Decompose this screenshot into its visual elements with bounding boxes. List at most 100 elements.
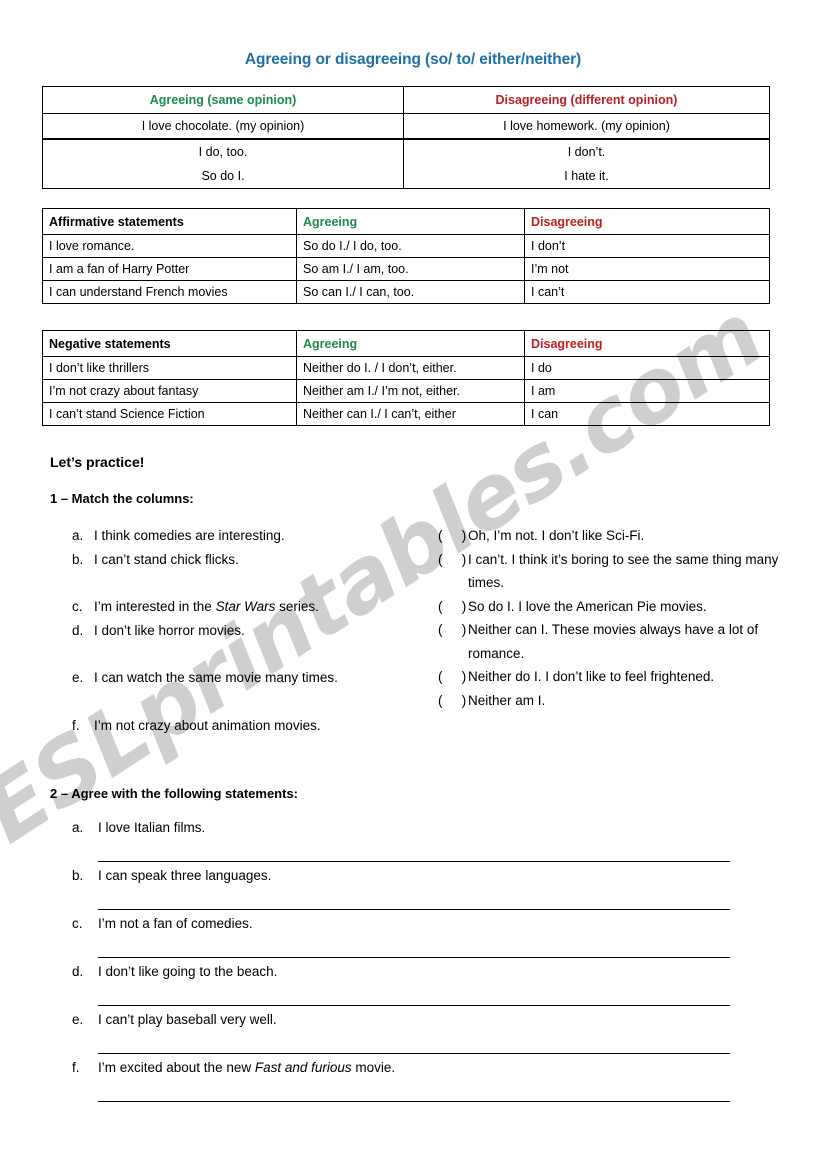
item-label: b.: [72, 551, 84, 567]
match-blank[interactable]: ( ): [438, 595, 468, 619]
table2-cell: I love romance.: [42, 234, 297, 258]
match-blank[interactable]: ( ): [438, 524, 468, 548]
table-row: I am a fan of Harry Potter So am I./ I a…: [42, 257, 770, 281]
item-row: f. I’m excited about the new Fast and fu…: [72, 1058, 772, 1082]
list-item: ( ) So do I. I love the American Pie mov…: [438, 595, 788, 619]
table2-header-disagreeing: Disagreeing: [524, 208, 770, 235]
exercise2-title: 2 – Agree with the following statements:: [50, 786, 298, 801]
match-blank[interactable]: ( ): [438, 689, 468, 713]
list-item: ( ) Oh, I’m not. I don’t like Sci-Fi.: [438, 524, 788, 548]
table3-cell: I can’t stand Science Fiction: [42, 402, 297, 426]
match-blank[interactable]: ( ): [438, 548, 468, 572]
list-item: a. I love Italian films.: [72, 818, 772, 866]
item-text: I can watch the same movie many times.: [94, 670, 338, 685]
table1-cell: I love chocolate. (my opinion): [42, 113, 404, 140]
item-text-before: I’m interested in the: [94, 599, 216, 614]
item-text: I’m not a fan of comedies.: [98, 916, 253, 931]
table3-cell: I’m not crazy about fantasy: [42, 379, 297, 403]
worksheet-page: ESLprintables.com Agreeing or disagreein…: [0, 0, 826, 1169]
answer-line[interactable]: [98, 909, 730, 910]
table-row: I’m not crazy about fantasy Neither am I…: [42, 379, 770, 403]
exercise1-title: 1 – Match the columns:: [50, 491, 194, 506]
table-row: I don’t like thrillers Neither do I. / I…: [42, 356, 770, 380]
table3-cell: I do: [524, 356, 770, 380]
practice-heading: Let’s practice!: [50, 454, 145, 470]
exercise1-left-column: a. I think comedies are interesting. b. …: [72, 524, 452, 737]
table3-cell: I don’t like thrillers: [42, 356, 297, 380]
list-item: ( ) Neither am I.: [438, 689, 788, 713]
table-opinion-examples: Agreeing (same opinion) Disagreeing (dif…: [42, 86, 770, 189]
list-item: b. I can’t stand chick flicks.: [72, 548, 452, 572]
table1-header-agreeing: Agreeing (same opinion): [42, 86, 404, 114]
table2-cell: I can understand French movies: [42, 280, 297, 304]
table3-header-agreeing: Agreeing: [296, 330, 525, 357]
list-item: ( ) I can’t. I think it’s boring to see …: [438, 548, 788, 595]
item-row: c. I’m not a fan of comedies.: [72, 914, 772, 938]
item-label: a.: [72, 528, 84, 543]
table3-header-statements: Negative statements: [42, 330, 297, 357]
item-label: e.: [72, 670, 84, 685]
item-row: a. I love Italian films.: [72, 818, 772, 842]
answer-line[interactable]: [98, 1005, 730, 1006]
exercise2-list: a. I love Italian films. b. I can speak …: [72, 818, 772, 1106]
item-text: So do I. I love the American Pie movies.: [468, 598, 707, 614]
item-text-before: I’m excited about the new: [98, 1060, 255, 1075]
item-row: e. I can’t play baseball very well.: [72, 1010, 772, 1034]
list-item: f. I’m excited about the new Fast and fu…: [72, 1058, 772, 1106]
table-row: I do, too. I don’t.: [42, 138, 770, 164]
item-label: f.: [72, 717, 80, 733]
movie-title-italic: Fast and furious: [254, 1060, 352, 1075]
item-label: c.: [72, 599, 83, 614]
item-text-after: series.: [275, 599, 319, 614]
answer-line[interactable]: [98, 861, 730, 862]
table1-header-disagreeing: Disagreeing (different opinion): [403, 86, 770, 114]
item-row: b. I can speak three languages.: [72, 866, 772, 890]
item-text: I’m excited about the new Fast and furio…: [98, 1058, 395, 1078]
match-blank[interactable]: ( ): [438, 618, 468, 642]
item-label: e.: [72, 1012, 84, 1027]
table2-cell: So do I./ I do, too.: [296, 234, 525, 258]
table2-header-statements: Affirmative statements: [42, 208, 297, 235]
item-label: d.: [72, 622, 84, 638]
table-row: I love romance. So do I./ I do, too. I d…: [42, 234, 770, 258]
table2-cell: I don’t: [524, 234, 770, 258]
table1-cell: I hate it.: [403, 164, 770, 189]
table2-header-agreeing: Agreeing: [296, 208, 525, 235]
page-title: Agreeing or disagreeing (so/ to/ either/…: [244, 51, 582, 68]
answer-line[interactable]: [98, 1101, 730, 1102]
item-row: d. I don’t like going to the beach.: [72, 962, 772, 986]
table1-cell: I don’t.: [403, 138, 770, 164]
match-blank[interactable]: ( ): [438, 665, 468, 689]
table2-cell: So can I./ I can, too.: [296, 280, 525, 304]
table2-cell: I am a fan of Harry Potter: [42, 257, 297, 281]
table3-cell: Neither am I./ I’m not, either.: [296, 379, 525, 403]
answer-line[interactable]: [98, 1053, 730, 1054]
table-row: Negative statements Agreeing Disagreeing: [42, 330, 770, 357]
table-negative-statements: Negative statements Agreeing Disagreeing…: [42, 330, 770, 426]
table1-cell: I love homework. (my opinion): [403, 113, 770, 140]
list-item: ( ) Neither do I. I don’t like to feel f…: [438, 665, 788, 689]
list-item: c. I’m not a fan of comedies.: [72, 914, 772, 962]
list-item: d. I don’t like horror movies.: [72, 619, 452, 643]
table-row: I love chocolate. (my opinion) I love ho…: [42, 113, 770, 140]
answer-line[interactable]: [98, 957, 730, 958]
list-item: f. I’m not crazy about animation movies.: [72, 714, 452, 738]
table-row: I can’t stand Science Fiction Neither ca…: [42, 402, 770, 426]
table3-header-disagreeing: Disagreeing: [524, 330, 770, 357]
list-item: e. I can watch the same movie many times…: [72, 666, 452, 690]
item-text: I can’t stand chick flicks.: [94, 551, 239, 567]
table2-cell: I’m not: [524, 257, 770, 281]
exercise1-right-column: ( ) Oh, I’m not. I don’t like Sci-Fi. ( …: [438, 524, 788, 712]
table3-cell: Neither do I. / I don’t, either.: [296, 356, 525, 380]
table-row: Affirmative statements Agreeing Disagree…: [42, 208, 770, 235]
list-item: e. I can’t play baseball very well.: [72, 1010, 772, 1058]
item-label: f.: [72, 1060, 80, 1075]
list-item: ( ) Neither can I. These movies always h…: [438, 618, 788, 665]
item-text: I can’t. I think it’s boring to see the …: [468, 551, 779, 591]
table-row: So do I. I hate it.: [42, 164, 770, 189]
table3-cell: I am: [524, 379, 770, 403]
item-text: I can’t play baseball very well.: [98, 1012, 277, 1027]
item-text: Neither do I. I don’t like to feel frigh…: [468, 669, 715, 684]
movie-title-italic: Star Wars: [215, 599, 276, 614]
